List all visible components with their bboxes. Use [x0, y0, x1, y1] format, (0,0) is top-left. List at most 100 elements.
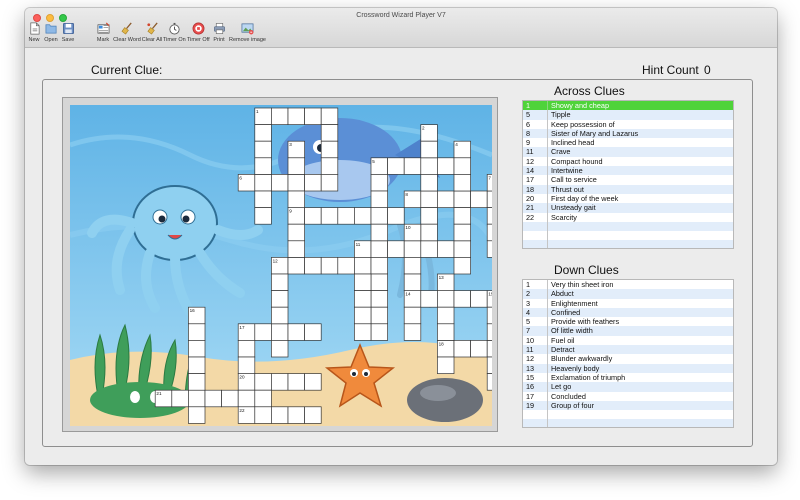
grid-cell[interactable] [304, 406, 322, 424]
grid-cell[interactable] [437, 306, 455, 325]
grid-cell[interactable] [354, 273, 372, 291]
grid-cell[interactable] [486, 373, 492, 391]
across-clue-row[interactable]: 12 Compact hound [523, 156, 733, 167]
grid-cell[interactable] [437, 240, 455, 258]
across-clue-row[interactable]: 17 Call to service [523, 175, 733, 185]
across-clue-row[interactable]: 8 Sister of Mary and Lazarus [523, 128, 733, 139]
down-clue-row[interactable]: 19 Group of four [523, 400, 733, 411]
grid-cell[interactable] [188, 340, 206, 358]
grid-cell[interactable] [237, 389, 256, 408]
grid-cell[interactable] [470, 340, 488, 358]
grid-cell[interactable] [354, 207, 372, 225]
grid-cell[interactable] [287, 373, 305, 391]
grid-cell[interactable] [354, 306, 372, 325]
down-clues-list[interactable]: 1 Very thin sheet iron 2 Abduct 3 Enlightenme… [522, 279, 734, 428]
grid-cell[interactable] [370, 257, 388, 275]
grid-cell[interactable] [453, 290, 471, 308]
grid-cell[interactable] [420, 240, 438, 258]
mark-button[interactable]: Mark [94, 22, 112, 46]
grid-cell[interactable] [420, 190, 438, 208]
across-clue-row[interactable]: 9 Inclined head [523, 138, 733, 148]
grid-cell[interactable] [304, 207, 322, 225]
grid-cell[interactable] [254, 174, 272, 192]
grid-cell[interactable] [287, 406, 305, 424]
down-clue-row[interactable]: 13 Heavenly body [523, 363, 733, 373]
grid-cell[interactable] [370, 190, 388, 208]
grid-cell[interactable] [320, 174, 339, 192]
grid-cell[interactable] [470, 290, 488, 308]
across-clue-row[interactable]: 6 Keep possession of [523, 119, 733, 129]
down-clue-row[interactable]: 15 Exclamation of triumph [523, 372, 733, 383]
grid-cell[interactable] [403, 323, 422, 341]
grid-cell[interactable] [287, 107, 305, 125]
grid-cell[interactable] [370, 306, 388, 325]
grid-cell[interactable] [304, 174, 322, 192]
grid-cell[interactable] [320, 207, 339, 225]
grid-cell[interactable] [453, 223, 471, 242]
grid-cell[interactable] [486, 223, 492, 242]
across-clue-row[interactable]: 14 Intertwine [523, 166, 733, 176]
grid-cell[interactable] [420, 290, 438, 308]
grid-cell[interactable] [403, 240, 422, 258]
grid-cell[interactable] [254, 157, 272, 175]
down-clue-row[interactable]: 1 Very thin sheet iron [523, 280, 733, 290]
grid-cell[interactable] [271, 323, 289, 341]
grid-cell[interactable] [237, 340, 256, 358]
timer-off-button[interactable]: Timer Off [187, 22, 210, 46]
grid-cell[interactable] [204, 389, 222, 408]
down-clue-row[interactable]: 12 Blunder awkwardly [523, 354, 733, 364]
grid-cell[interactable] [287, 190, 305, 208]
grid-cell[interactable] [337, 257, 355, 275]
grid-cell[interactable] [387, 207, 405, 225]
grid-cell[interactable] [486, 306, 492, 325]
grid-cell[interactable] [254, 124, 272, 142]
grid-cell[interactable] [271, 306, 289, 325]
grid-cell[interactable] [271, 107, 289, 125]
grid-cell[interactable] [320, 140, 339, 159]
across-clue-row[interactable]: 11 Crave [523, 147, 733, 157]
grid-cell[interactable] [287, 157, 305, 175]
grid-cell[interactable] [486, 323, 492, 341]
grid-cell[interactable] [437, 290, 455, 308]
grid-cell[interactable] [320, 157, 339, 175]
grid-cell[interactable] [420, 140, 438, 159]
grid-cell[interactable] [237, 356, 256, 374]
grid-cell[interactable] [370, 323, 388, 341]
grid-cell[interactable] [486, 207, 492, 225]
grid-cell[interactable] [254, 373, 272, 391]
grid-cell[interactable] [453, 240, 471, 258]
grid-cell[interactable] [320, 107, 339, 125]
grid-cell[interactable] [387, 157, 405, 175]
down-clue-row[interactable]: 2 Abduct [523, 289, 733, 299]
grid-cell[interactable] [486, 356, 492, 374]
save-button[interactable]: Save [60, 22, 76, 46]
grid-cell[interactable] [437, 356, 455, 374]
grid-cell[interactable] [271, 174, 289, 192]
grid-cell[interactable] [337, 207, 355, 225]
grid-cell[interactable] [287, 240, 305, 258]
grid-cell[interactable] [320, 124, 339, 142]
grid-cell[interactable] [370, 290, 388, 308]
grid-cell[interactable] [354, 323, 372, 341]
grid-cell[interactable] [453, 257, 471, 275]
grid-cell[interactable] [304, 107, 322, 125]
open-button[interactable]: Open [43, 22, 59, 46]
grid-cell[interactable] [437, 157, 455, 175]
grid-cell[interactable] [453, 190, 471, 208]
across-clue-row[interactable]: 18 Thrust out [523, 184, 733, 194]
grid-cell[interactable] [254, 190, 272, 208]
grid-cell[interactable] [387, 240, 405, 258]
grid-cell[interactable] [271, 373, 289, 391]
grid-cell[interactable] [254, 323, 272, 341]
grid-cell[interactable] [486, 340, 492, 358]
across-clue-row[interactable]: 22 Scarcity [523, 212, 733, 222]
down-clue-row[interactable]: 16 Let go [523, 382, 733, 392]
grid-cell[interactable] [486, 240, 492, 258]
down-clue-row[interactable]: 5 Provide with feathers [523, 317, 733, 327]
grid-cell[interactable] [354, 257, 372, 275]
grid-cell[interactable] [287, 257, 305, 275]
grid-cell[interactable] [354, 290, 372, 308]
grid-cell[interactable] [271, 340, 289, 358]
grid-cell[interactable] [320, 257, 339, 275]
grid-cell[interactable] [188, 356, 206, 374]
